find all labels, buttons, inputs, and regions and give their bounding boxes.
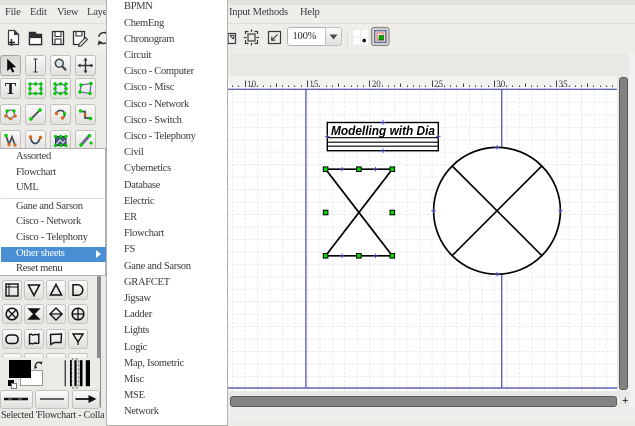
svg-text:Modelling with Dia: Modelling with Dia xyxy=(331,123,435,138)
svg-text:T: T xyxy=(5,79,17,98)
